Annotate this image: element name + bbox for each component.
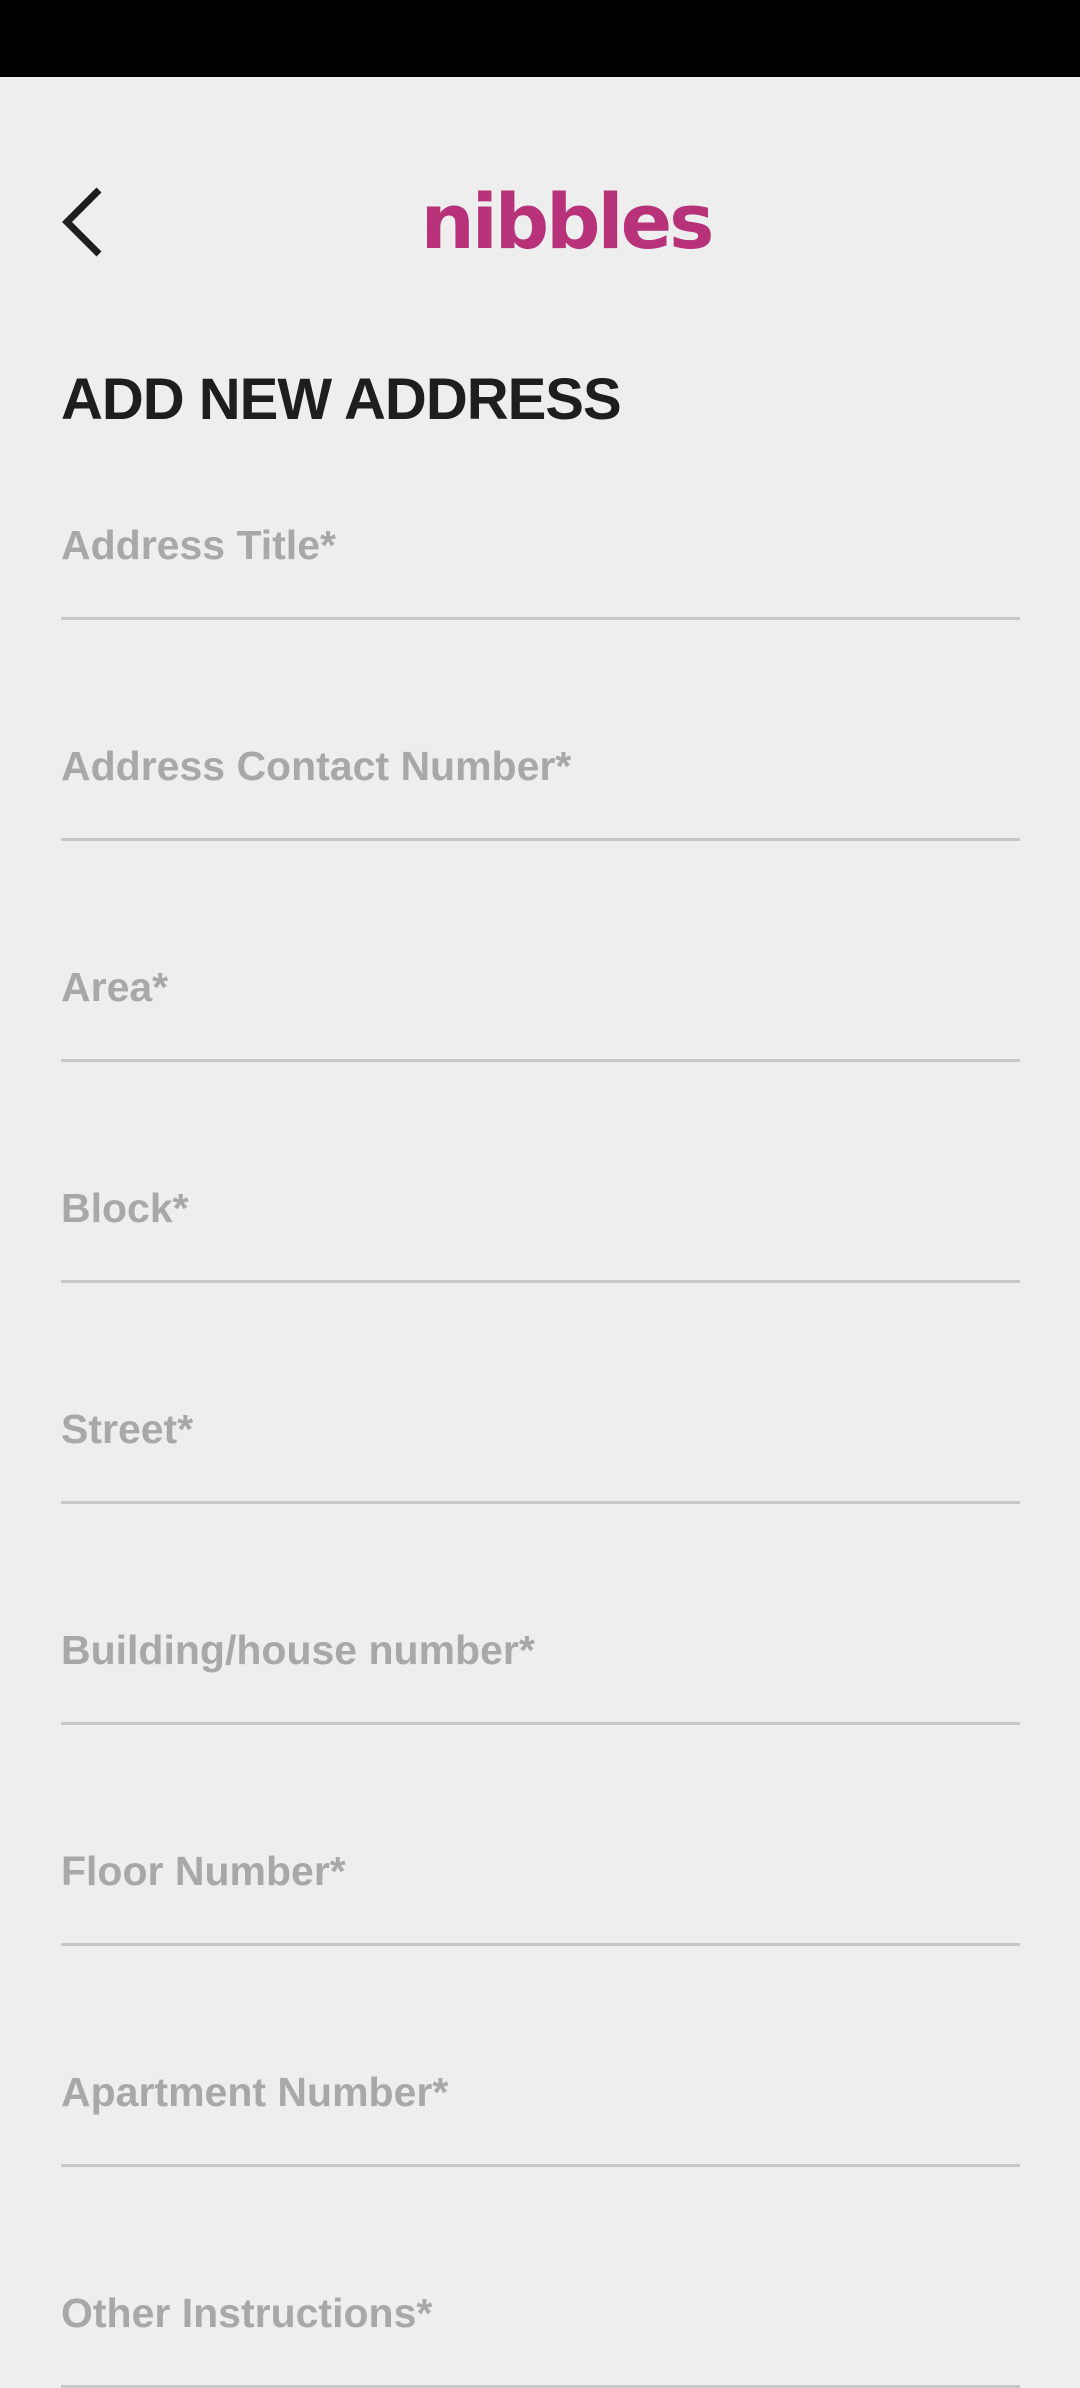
apartment-number-field — [61, 2047, 1020, 2167]
app-header: nibbles — [0, 77, 1080, 367]
street-field — [61, 1384, 1020, 1504]
area-field — [61, 942, 1020, 1062]
apartment-number-input[interactable] — [61, 2062, 1020, 2122]
block-input[interactable] — [61, 1178, 1020, 1238]
status-bar — [0, 0, 1080, 77]
other-instructions-field — [61, 2268, 1020, 2388]
block-field — [61, 1163, 1020, 1283]
floor-number-field — [61, 1826, 1020, 1946]
street-input[interactable] — [61, 1399, 1020, 1459]
address-title-input[interactable] — [61, 515, 1020, 575]
contact-number-input[interactable] — [61, 736, 1020, 796]
address-title-field — [61, 500, 1020, 620]
page-title: ADD NEW ADDRESS — [61, 367, 622, 432]
logo-text: nibbles — [420, 177, 715, 266]
building-number-input[interactable] — [61, 1620, 1020, 1680]
other-instructions-input[interactable] — [61, 2283, 1020, 2343]
floor-number-input[interactable] — [61, 1841, 1020, 1901]
area-input[interactable] — [61, 957, 1020, 1017]
contact-number-field — [61, 721, 1020, 841]
brand-logo: nibbles — [0, 177, 1080, 267]
building-number-field — [61, 1605, 1020, 1725]
